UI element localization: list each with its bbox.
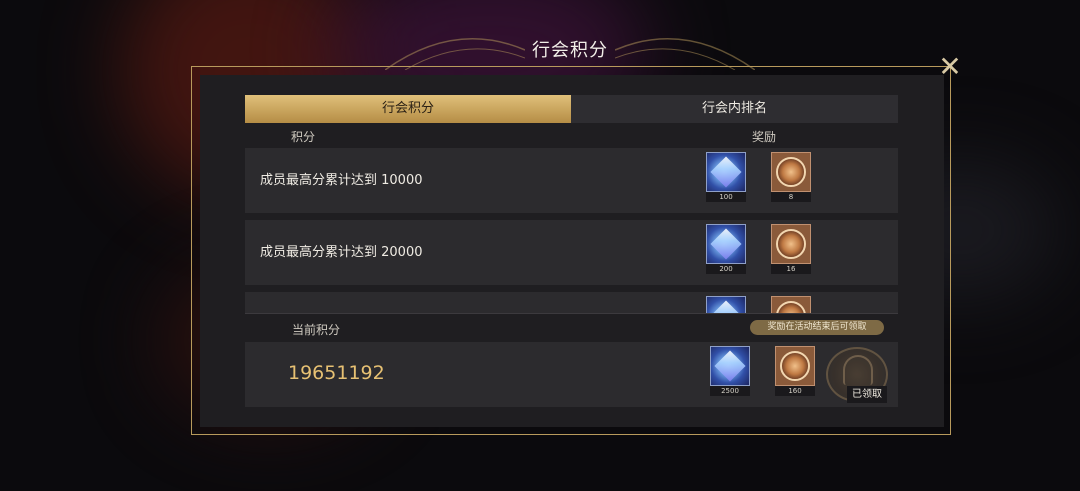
row-desc: 成员最高分累计达到 10000 bbox=[260, 173, 423, 188]
reward-qty: 2500 bbox=[710, 386, 750, 396]
reward-item[interactable]: 16 bbox=[771, 224, 813, 274]
current-score-row: 19651192 2500 160 已领取 bbox=[245, 342, 898, 407]
reward-item[interactable]: 2500 bbox=[710, 346, 752, 396]
coin-icon bbox=[771, 296, 811, 313]
claimed-badge: 已领取 bbox=[847, 386, 887, 403]
reward-qty: 16 bbox=[771, 264, 811, 274]
dialog-title: 行会积分 bbox=[532, 40, 608, 61]
tab-guild-ranking[interactable]: 行会内排名 bbox=[571, 95, 898, 123]
reward-item[interactable] bbox=[771, 296, 813, 313]
close-icon[interactable]: ✕ bbox=[937, 53, 963, 81]
row-desc: 成员最高分累计达到 20000 bbox=[260, 245, 423, 260]
tab-bar: 行会积分 行会内排名 bbox=[245, 95, 898, 123]
crystal-icon bbox=[706, 152, 746, 192]
current-score-value: 19651192 bbox=[288, 362, 385, 384]
current-score-label: 当前积分 bbox=[292, 323, 341, 337]
coin-icon bbox=[771, 224, 811, 264]
reward-item[interactable]: 8 bbox=[771, 152, 813, 202]
reward-item[interactable] bbox=[706, 296, 748, 313]
list-item bbox=[245, 292, 898, 313]
reward-item[interactable]: 160 bbox=[775, 346, 817, 396]
reward-list[interactable]: 成员最高分累计达到 10000 100 8 成员最高分累计达到 20000 20… bbox=[245, 148, 898, 313]
crystal-icon bbox=[706, 224, 746, 264]
reward-qty: 8 bbox=[771, 192, 811, 202]
coin-icon bbox=[775, 346, 815, 386]
reward-note-badge: 奖励在活动结束后可领取 bbox=[750, 320, 884, 335]
reward-qty: 200 bbox=[706, 264, 746, 274]
crystal-icon bbox=[710, 346, 750, 386]
coin-icon bbox=[771, 152, 811, 192]
reward-item[interactable]: 200 bbox=[706, 224, 748, 274]
crystal-icon bbox=[706, 296, 746, 313]
divider bbox=[245, 313, 898, 314]
reward-item[interactable]: 100 bbox=[706, 152, 748, 202]
tab-guild-score[interactable]: 行会积分 bbox=[245, 95, 571, 123]
reward-qty: 100 bbox=[706, 192, 746, 202]
list-item: 成员最高分累计达到 20000 200 16 bbox=[245, 220, 898, 285]
column-header-reward: 奖励 bbox=[752, 130, 777, 144]
column-header-score: 积分 bbox=[291, 130, 316, 144]
reward-qty: 160 bbox=[775, 386, 815, 396]
list-item: 成员最高分累计达到 10000 100 8 bbox=[245, 148, 898, 213]
